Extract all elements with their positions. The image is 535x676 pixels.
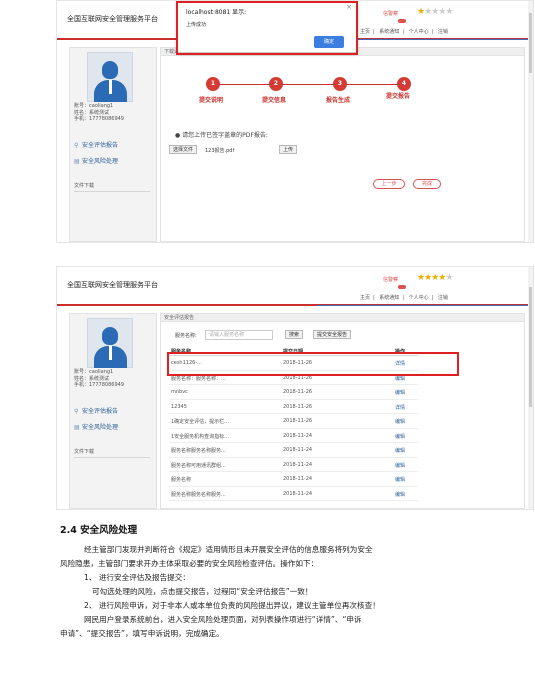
selected-filename: 123报告.pdf bbox=[205, 148, 235, 154]
highlight-box bbox=[167, 352, 459, 376]
search-button[interactable]: 搜索 bbox=[285, 330, 304, 339]
document-icon: ▤ bbox=[74, 424, 80, 431]
paragraph-line: 网民用户登录系统前台，进入安全风险处理页面，对列表操作项进行“详情”、“申诉 bbox=[84, 615, 362, 624]
eval-list-panel: 安全评估报告 服务名称: 请输入服务名称 搜索 提交安全报告 服务名称 提交日期… bbox=[160, 313, 525, 509]
section-heading: 2.4 安全风险处理 bbox=[60, 525, 138, 536]
table-row: 1确定安全评估，提示栏... 2018-11-26 编辑 bbox=[169, 414, 419, 429]
top-nav: 主页 | 系统通知 | 个人中心 | 注销 bbox=[360, 29, 448, 35]
list-item: 1、 进行安全评估及报告提交： bbox=[84, 573, 190, 582]
notification-badge bbox=[398, 285, 406, 289]
step-2-dot: 2 bbox=[269, 77, 283, 91]
row-action-link[interactable]: 编辑 bbox=[395, 433, 405, 440]
nav-logout[interactable]: 注销 bbox=[438, 29, 448, 35]
search-icon: ⚲ bbox=[74, 408, 79, 415]
row-action-link[interactable]: 编辑 bbox=[395, 491, 405, 498]
avatar bbox=[87, 52, 133, 102]
search-icon: ⚲ bbox=[74, 142, 79, 149]
list-item-detail: 可勾选处理的风险，点击提交报告，过程同“安全评估报告”一致！ bbox=[92, 587, 313, 596]
step-4-dot: 4 bbox=[397, 77, 411, 91]
user-info: 账号：caoliang1 姓名：系统测试 手机：17778086949 bbox=[74, 369, 124, 389]
step-4-label: 提交报告 bbox=[386, 93, 411, 100]
user-label[interactable]: 信警察 bbox=[383, 276, 398, 283]
row-action-link[interactable]: 编辑 bbox=[395, 389, 405, 396]
finish-button[interactable]: 完成 bbox=[413, 179, 441, 189]
sidebar-item-risk-handle[interactable]: ▤ 安全风险处理 bbox=[74, 156, 118, 165]
choose-file-button[interactable]: 选择文件 bbox=[169, 145, 198, 154]
nav-notifications[interactable]: 系统通知 bbox=[379, 29, 399, 35]
row-action-link[interactable]: 编辑 bbox=[395, 462, 405, 469]
sidebar-item-doc-download[interactable]: 文件下载 bbox=[74, 182, 94, 189]
star-rating: ★★★★★ bbox=[417, 7, 453, 17]
screenshot-eval-list: 全国互联网安全管理服务平台 信警察 ★★★★★ 主页 | 系统通知 | 个人中心 | … bbox=[56, 266, 534, 510]
table-row: 服务名称可用通讯群组... 2018-11-24 编辑 bbox=[169, 458, 419, 472]
step-2-label: 提交信息 bbox=[262, 97, 287, 104]
upload-panel: 下载评估文件 1 2 3 4 提交说明 提交信息 报告生成 提交报告 ● 请您上… bbox=[160, 47, 525, 242]
user-phone: 手机：17778086949 bbox=[74, 116, 124, 122]
star-icon: ★ bbox=[445, 273, 453, 283]
notification-badge bbox=[398, 19, 406, 23]
site-title: 全国互联网安全管理服务平台 bbox=[67, 281, 158, 289]
sidebar-item-eval-report[interactable]: ⚲ 安全评估报告 bbox=[74, 406, 118, 415]
sidebar: 账号：caoliang1 姓名：系统测试 手机：17778086949 ⚲ 安全评… bbox=[69, 313, 157, 509]
table-row: 服务名称服务名称服务... 2018-11-24 编辑 bbox=[169, 443, 419, 458]
paragraph-line: 经主管部门发现并判断符合《规定》适用情形且未开展安全评估的信息服务将列为安全 bbox=[84, 545, 373, 554]
site-header: 全国互联网安全管理服务平台 信警察 ★★★★★ 主页 | 系统通知 | 个人中心 | … bbox=[57, 267, 533, 303]
scrollbar[interactable] bbox=[528, 1, 533, 242]
panel-tab[interactable]: 安全评估报告 bbox=[161, 314, 524, 322]
star-icon: ★ bbox=[445, 7, 453, 17]
user-info: 账号：caoliang1 姓名：系统测试 手机：17778086949 bbox=[74, 103, 124, 123]
sidebar-item-risk-handle[interactable]: ▤ 安全风险处理 bbox=[74, 422, 118, 431]
search-label: 服务名称: bbox=[175, 333, 197, 339]
step-3-dot: 3 bbox=[333, 77, 347, 91]
scrollbar[interactable] bbox=[528, 267, 533, 509]
nav-notifications[interactable]: 系统通知 bbox=[379, 295, 399, 301]
table-row: 服务名称 2018-11-24 编辑 bbox=[169, 472, 419, 487]
nav-profile[interactable]: 个人中心 bbox=[409, 295, 429, 301]
upload-prompt: ● 请您上传已签字盖章的PDF报告: bbox=[175, 132, 268, 139]
star-rating: ★★★★★ bbox=[417, 273, 453, 283]
divider bbox=[74, 457, 150, 458]
user-label[interactable]: 信警察 bbox=[383, 10, 398, 17]
submit-report-button[interactable]: 提交安全报告 bbox=[313, 330, 352, 339]
paragraph-line: 申请”、“提交报告”，填写申诉说明，完成确定。 bbox=[60, 629, 224, 638]
sidebar: 账号：caoliang1 姓名：系统测试 手机：17778086949 ⚲ 安全评… bbox=[69, 47, 157, 242]
highlight-box bbox=[176, 1, 358, 55]
divider bbox=[74, 191, 150, 192]
document-icon: ▤ bbox=[74, 158, 80, 165]
user-phone: 手机：17778086949 bbox=[74, 382, 124, 388]
table-row: 服务名称服务名称服务... 2018-11-24 编辑 bbox=[169, 487, 419, 501]
upload-button[interactable]: 上传 bbox=[279, 145, 298, 154]
nav-profile[interactable]: 个人中心 bbox=[409, 29, 429, 35]
nav-home[interactable]: 主页 bbox=[360, 295, 370, 301]
prev-step-button[interactable]: 上一步 bbox=[373, 179, 405, 189]
search-input[interactable]: 请输入服务名称 bbox=[205, 330, 273, 340]
paragraph-line: 风险隐患，主管部门要求开办主体采取必要的安全风险检查评估。操作如下： bbox=[60, 559, 319, 568]
row-action-link[interactable]: 编辑 bbox=[395, 418, 405, 425]
site-title: 全国互联网安全管理服务平台 bbox=[67, 15, 158, 23]
top-nav: 主页 | 系统通知 | 个人中心 | 注销 bbox=[360, 295, 448, 301]
steps-line bbox=[213, 84, 408, 85]
table-row: mnbvc 2018-11-26 编辑 bbox=[169, 385, 419, 400]
step-1-dot: 1 bbox=[206, 77, 220, 91]
table-row: 12345 2018-11-26 详情 bbox=[169, 400, 419, 414]
row-action-link[interactable]: 编辑 bbox=[395, 476, 405, 483]
step-1-label: 提交说明 bbox=[199, 97, 224, 104]
avatar bbox=[87, 318, 133, 368]
screenshot-upload-report: 全国互联网安全管理服务平台 信警察 ★★★★★ 主页 | 系统通知 | 个人中心 | … bbox=[56, 0, 534, 243]
table-row: 1安全服务机构查询指标... 2018-11-24 编辑 bbox=[169, 429, 419, 443]
row-action-link[interactable]: 编辑 bbox=[395, 447, 405, 454]
sidebar-item-doc-download[interactable]: 文件下载 bbox=[74, 448, 94, 455]
row-action-link[interactable]: 详情 bbox=[395, 404, 405, 411]
nav-home[interactable]: 主页 bbox=[360, 29, 370, 35]
sidebar-item-eval-report[interactable]: ⚲ 安全评估报告 bbox=[74, 140, 118, 149]
nav-logout[interactable]: 注销 bbox=[438, 295, 448, 301]
step-3-label: 报告生成 bbox=[326, 97, 351, 104]
list-item: 2、 进行风险申诉，对于非本人或本单位负责的风险提出异议，建议主管单位再次核查！ bbox=[84, 601, 380, 610]
